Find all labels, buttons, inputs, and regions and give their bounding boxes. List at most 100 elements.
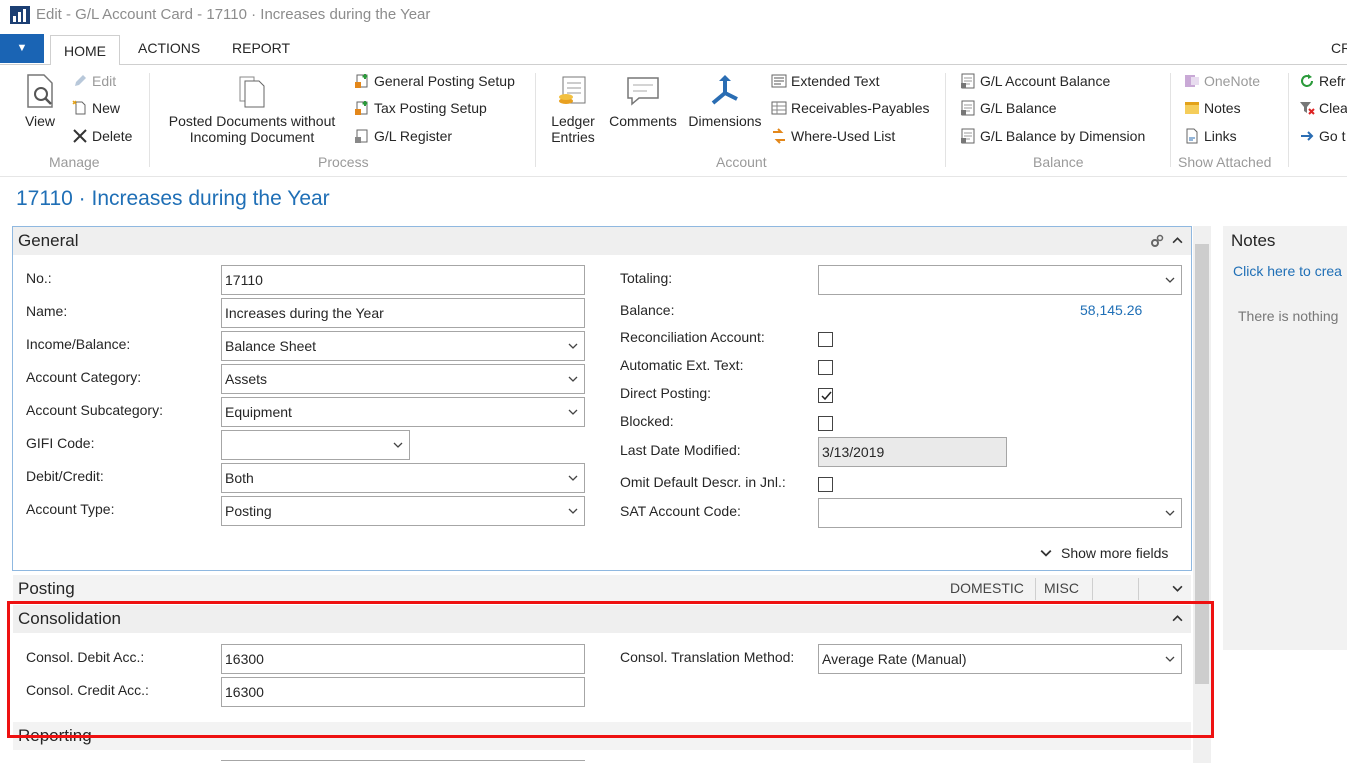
posted-documents-button[interactable]: Posted Documents without Incoming Docume… [160,73,344,145]
go-to-button[interactable]: Go t [1299,128,1345,144]
name-field[interactable]: Increases during the Year [221,298,585,328]
group-label-show-attached: Show Attached [1178,154,1272,170]
arrow-right-icon [1301,131,1314,141]
general-fasttab-header[interactable]: General [13,227,1191,255]
omit-default-descr-checkbox[interactable] [818,477,833,492]
chevron-down-icon [1040,549,1052,557]
blocked-label: Blocked: [620,413,674,429]
divider [1138,578,1139,600]
balance-value-link[interactable]: 58,145.26 [1080,302,1142,318]
setup-icon [355,101,368,115]
tab-actions[interactable]: ACTIONS [138,40,200,56]
notes-button[interactable]: Notes [1184,100,1241,116]
balance-label: Balance: [620,302,675,318]
account-type-select[interactable]: Posting [221,496,585,526]
direct-posting-checkbox[interactable] [818,388,833,403]
new-document-icon [72,100,86,115]
ledger-entries-icon [559,76,586,104]
automatic-ext-text-label: Automatic Ext. Text: [620,357,744,373]
gifi-code-label: GIFI Code: [26,435,95,451]
notes-title: Notes [1231,231,1276,250]
notes-factbox: Notes Click here to crea There is nothin… [1223,226,1347,650]
app-menu-button[interactable]: ▼ [0,34,44,63]
balance-icon [961,73,975,89]
tab-report[interactable]: REPORT [232,40,290,56]
gl-balance-button[interactable]: G/L Balance [960,100,1057,116]
chevron-down-icon [1165,277,1175,283]
chevron-down-icon [568,508,578,514]
checkmark-icon [821,391,832,401]
title-bar: Edit - G/L Account Card - 17110 · Increa… [0,0,1347,32]
notes-empty-text: There is nothing [1238,308,1339,324]
omit-default-descr-label: Omit Default Descr. in Jnl.: [620,474,786,490]
create-note-link[interactable]: Click here to crea [1233,263,1342,279]
links-button[interactable]: Links [1184,128,1237,144]
refresh-icon [1301,74,1313,87]
customize-gear-icon[interactable] [1149,233,1165,249]
new-button[interactable]: New [72,100,120,116]
totaling-select[interactable] [818,265,1182,295]
highlight-box [7,601,1214,738]
view-icon [27,74,53,108]
group-separator [945,73,946,167]
collapse-chevron-up-icon[interactable] [1172,235,1183,246]
refresh-button[interactable]: Refr [1299,73,1345,89]
onenote-button[interactable]: OneNote [1184,73,1260,89]
general-posting-setup-button[interactable]: General Posting Setup [354,73,515,89]
group-separator [1170,73,1171,167]
app-icon [10,6,30,24]
clear-filter-button[interactable]: Clea [1299,100,1347,116]
last-date-modified-field: 3/13/2019 [818,437,1007,467]
register-icon [355,129,368,143]
account-category-select[interactable]: Assets [221,364,585,394]
dimensions-button[interactable]: Dimensions [686,73,764,129]
divider [1092,578,1093,600]
ledger-entries-button[interactable]: Ledger Entries [546,73,600,145]
gifi-code-select[interactable] [221,430,410,460]
show-more-fields-link[interactable]: Show more fields [1040,545,1168,561]
last-date-modified-label: Last Date Modified: [620,442,741,458]
gl-balance-by-dimension-button[interactable]: G/L Balance by Dimension [960,128,1145,144]
edit-button[interactable]: Edit [72,73,116,89]
account-type-label: Account Type: [26,501,115,517]
dimensions-icon [711,75,738,105]
sat-account-code-select[interactable] [818,498,1182,528]
expand-chevron-down-icon[interactable] [1172,583,1183,594]
tax-posting-setup-button[interactable]: Tax Posting Setup [354,100,487,116]
blocked-checkbox[interactable] [818,416,833,431]
note-icon [1185,102,1199,114]
account-subcategory-label: Account Subcategory: [26,402,163,418]
clear-filter-icon [1300,102,1315,115]
income-balance-select[interactable]: Balance Sheet [221,331,585,361]
tab-home[interactable]: HOME [50,35,120,65]
reconciliation-account-checkbox[interactable] [818,332,833,347]
group-separator [149,73,150,167]
posting-summary-domestic: DOMESTIC [950,580,1024,596]
divider [1035,578,1036,600]
debit-credit-label: Debit/Credit: [26,468,104,484]
gl-account-balance-button[interactable]: G/L Account Balance [960,73,1110,89]
where-used-icon [773,128,785,144]
account-category-label: Account Category: [26,369,142,385]
comments-button[interactable]: Comments [606,73,680,129]
account-subcategory-select[interactable]: Equipment [221,397,585,427]
ribbon: View Edit New Delete Manage Posted Docum… [0,65,1347,177]
receivables-payables-button[interactable]: Receivables-Payables [771,100,930,116]
gl-register-button[interactable]: G/L Register [354,128,452,144]
sat-account-code-label: SAT Account Code: [620,503,741,519]
comment-icon [627,77,659,106]
debit-credit-select[interactable]: Both [221,463,585,493]
posting-summary-misc: MISC [1044,580,1079,596]
chevron-down-icon [568,376,578,382]
group-label-balance: Balance [1033,154,1084,170]
where-used-list-button[interactable]: Where-Used List [771,128,895,144]
balance-icon [961,128,975,144]
onenote-icon [1185,75,1199,87]
delete-button[interactable]: Delete [72,128,132,144]
extended-text-button[interactable]: Extended Text [771,73,879,89]
tab-cr[interactable]: CR [1331,40,1347,56]
view-button[interactable]: View [20,73,60,129]
automatic-ext-text-checkbox[interactable] [818,360,833,375]
reconciliation-account-label: Reconciliation Account: [620,329,765,345]
no-field[interactable]: 17110 [221,265,585,295]
